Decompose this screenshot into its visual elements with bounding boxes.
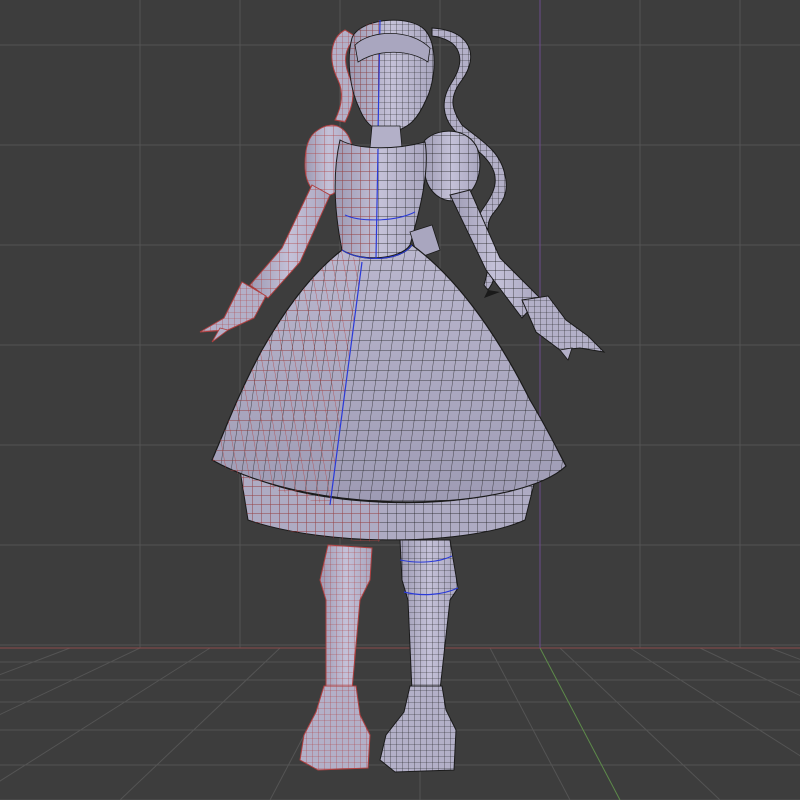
floor-grid-line bbox=[0, 647, 71, 676]
floor-grid-line bbox=[559, 647, 721, 800]
head[interactable] bbox=[348, 19, 435, 136]
floor-grid-line bbox=[0, 647, 141, 716]
neck[interactable] bbox=[369, 125, 403, 149]
floor-grid-line bbox=[629, 647, 800, 757]
character-mesh[interactable] bbox=[199, 19, 606, 773]
floor-grid-line bbox=[119, 647, 281, 800]
floor-grid-line bbox=[0, 647, 211, 782]
leg-right[interactable] bbox=[399, 539, 459, 693]
floor-grid-line bbox=[489, 647, 571, 800]
leg-left[interactable] bbox=[319, 544, 373, 693]
puff-sleeve-right[interactable] bbox=[421, 130, 481, 202]
boot-right[interactable] bbox=[379, 685, 457, 773]
3d-viewport[interactable] bbox=[0, 0, 800, 800]
floor-grid-line bbox=[769, 647, 800, 660]
axis-y-line bbox=[539, 647, 621, 800]
hand-left[interactable] bbox=[199, 281, 267, 343]
scene-canvas[interactable] bbox=[0, 0, 800, 800]
boot-left[interactable] bbox=[299, 685, 371, 771]
hand-right[interactable] bbox=[521, 295, 606, 361]
